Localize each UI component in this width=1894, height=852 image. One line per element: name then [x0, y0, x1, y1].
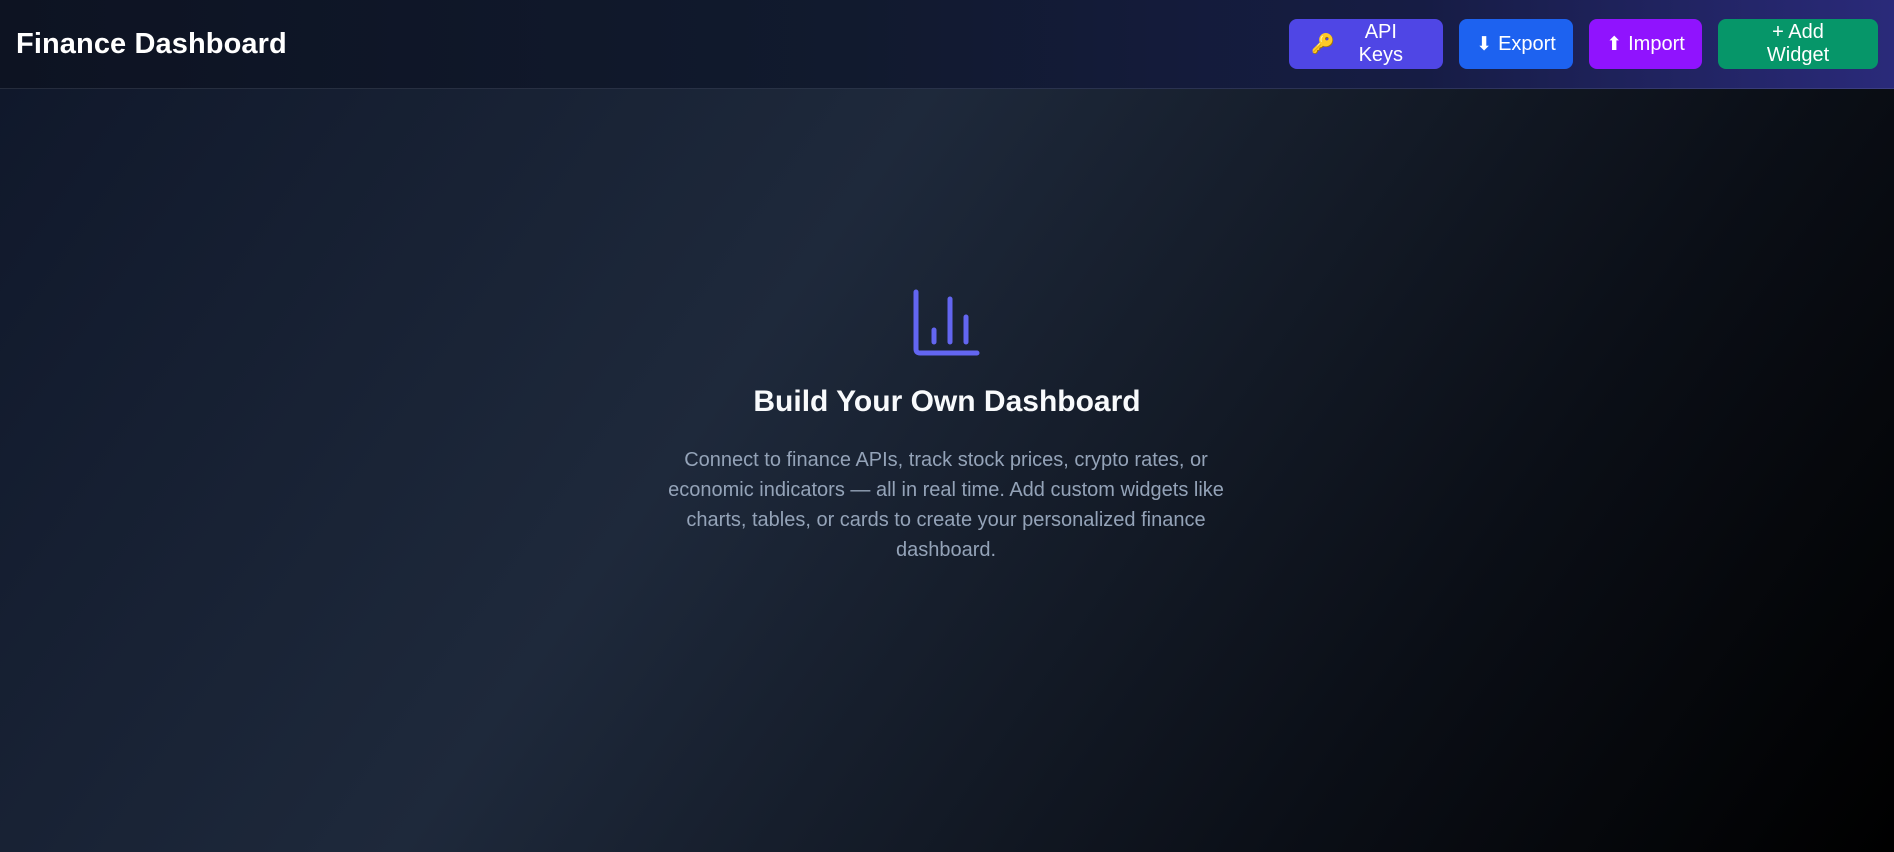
upload-arrow-icon: ⬆ [1606, 33, 1623, 55]
api-keys-label: API Keys [1358, 21, 1404, 66]
empty-state: Build Your Own Dashboard Connect to fina… [0, 89, 1894, 852]
api-keys-button[interactable]: 🔑 API Keys [1289, 19, 1443, 69]
export-button[interactable]: ⬇ Export [1459, 19, 1573, 69]
export-label: Export [1498, 32, 1556, 55]
import-label: Import [1628, 32, 1685, 55]
download-arrow-icon: ⬇ [1476, 33, 1493, 55]
empty-state-description: Connect to finance APIs, track stock pri… [668, 449, 1224, 561]
add-widget-label: + Add Widget [1766, 21, 1830, 66]
add-widget-button[interactable]: + Add Widget [1718, 19, 1878, 69]
bar-chart-icon [913, 289, 980, 356]
key-icon: 🔑 [1311, 33, 1335, 55]
header-actions: 🔑 API Keys ⬇ Export ⬆ Import + Add Widge… [1289, 19, 1878, 69]
top-bar: Finance Dashboard 🔑 API Keys ⬇ Export ⬆ … [0, 0, 1894, 89]
app-title: Finance Dashboard [16, 27, 287, 60]
empty-state-title: Build Your Own Dashboard [753, 385, 1141, 418]
import-button[interactable]: ⬆ Import [1589, 19, 1702, 69]
